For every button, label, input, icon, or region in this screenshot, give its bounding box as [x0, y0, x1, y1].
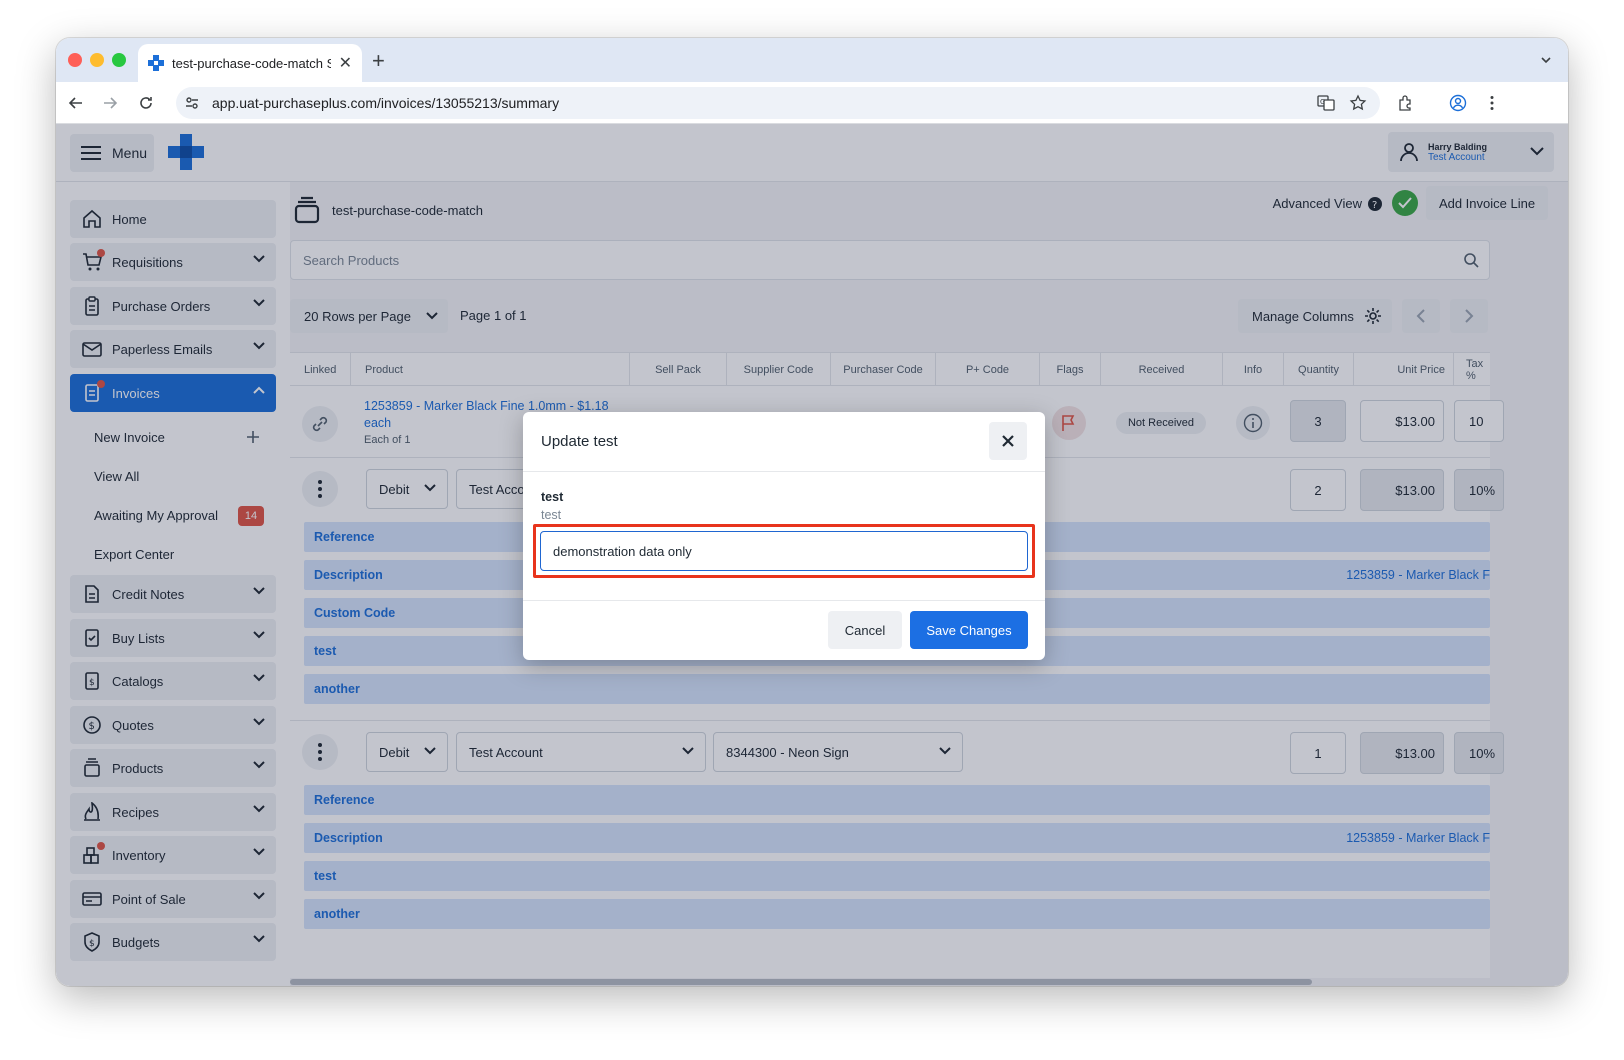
site-settings-icon[interactable]	[184, 95, 200, 111]
tab-search-icon[interactable]	[1534, 48, 1558, 72]
save-changes-button[interactable]: Save Changes	[910, 611, 1028, 649]
modal-title: Update test	[541, 433, 618, 450]
back-icon[interactable]	[64, 91, 88, 115]
url-bar[interactable]: app.uat-purchaseplus.com/invoices/130552…	[176, 87, 1380, 119]
close-window-button[interactable]	[68, 53, 82, 67]
new-tab-icon[interactable]: +	[372, 48, 385, 74]
url-text: app.uat-purchaseplus.com/invoices/130552…	[212, 95, 560, 111]
bookmark-star-icon[interactable]	[1346, 91, 1370, 115]
close-icon[interactable]	[989, 422, 1027, 460]
address-bar: app.uat-purchaseplus.com/invoices/130552…	[56, 82, 1568, 124]
extensions-icon[interactable]	[1394, 91, 1418, 115]
minimize-window-button[interactable]	[90, 53, 104, 67]
cancel-button[interactable]: Cancel	[828, 611, 902, 649]
tab-bar: test-purchase-code-match S ✕ +	[56, 38, 1568, 82]
maximize-window-button[interactable]	[112, 53, 126, 67]
profile-icon[interactable]	[1446, 91, 1470, 115]
close-tab-icon[interactable]: ✕	[339, 53, 352, 73]
modal-footer: Cancel Save Changes	[523, 600, 1045, 660]
modal-header: Update test	[523, 412, 1045, 472]
app-favicon-icon	[148, 55, 164, 71]
field-label: test	[541, 490, 564, 504]
reload-icon[interactable]	[134, 91, 158, 115]
field-help-text: test	[541, 508, 562, 522]
browser-tab[interactable]: test-purchase-code-match S ✕	[138, 44, 362, 82]
browser-window: test-purchase-code-match S ✕ + app.uat-p…	[56, 38, 1568, 986]
update-modal: Update test test test Cancel Save Change…	[523, 412, 1045, 660]
tab-title: test-purchase-code-match S	[172, 55, 331, 71]
translate-icon[interactable]: G	[1314, 91, 1338, 115]
test-value-input[interactable]	[540, 531, 1028, 571]
forward-icon[interactable]	[98, 91, 122, 115]
window-controls	[68, 53, 126, 67]
browser-menu-icon[interactable]	[1480, 91, 1504, 115]
